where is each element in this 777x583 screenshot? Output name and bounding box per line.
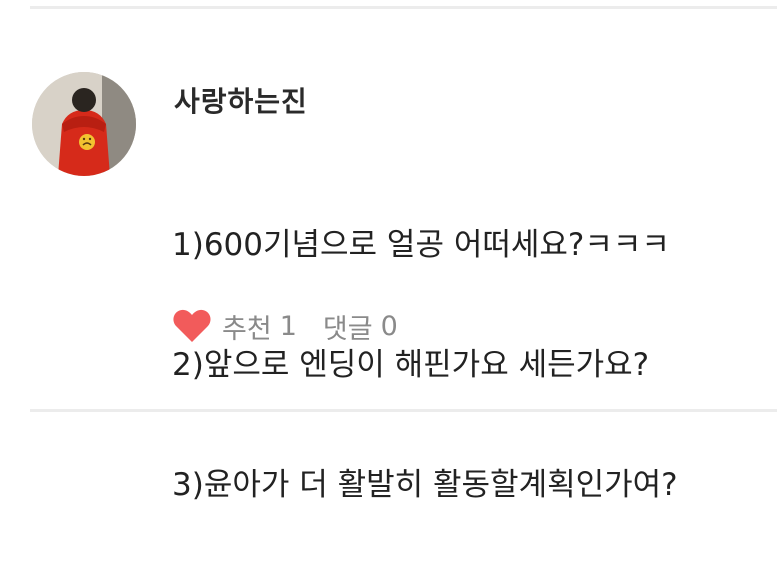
reply-label[interactable]: 댓글 (323, 307, 373, 346)
divider (30, 6, 777, 9)
comment-line: 3)윤아가 더 활발히 활동할계획인가여? (172, 467, 678, 503)
divider (30, 409, 777, 412)
comment-line: 1)600기념으로 얼공 어떠세요?ㅋㅋㅋ (172, 227, 670, 263)
like-label[interactable]: 추천 (222, 307, 272, 346)
comment-line: 2)앞으로 엔딩이 해핀가요 세든가요? (172, 347, 650, 383)
comment-page: 사랑하는진 1)600기념으로 얼공 어떠세요?ㅋㅋㅋ 2)앞으로 엔딩이 해핀… (0, 0, 777, 583)
avatar[interactable] (32, 72, 136, 176)
author-name[interactable]: 사랑하는진 (174, 80, 308, 120)
avatar-image (32, 72, 136, 176)
reply-count: 0 (380, 310, 398, 342)
like-count: 1 (279, 310, 297, 342)
heart-icon[interactable] (172, 308, 212, 344)
comment-actions: 추천 1 댓글 0 (172, 306, 398, 346)
comment-body: 1)600기념으로 얼공 어떠세요?ㅋㅋㅋ 2)앞으로 엔딩이 해핀가요 세든가… (172, 145, 678, 583)
